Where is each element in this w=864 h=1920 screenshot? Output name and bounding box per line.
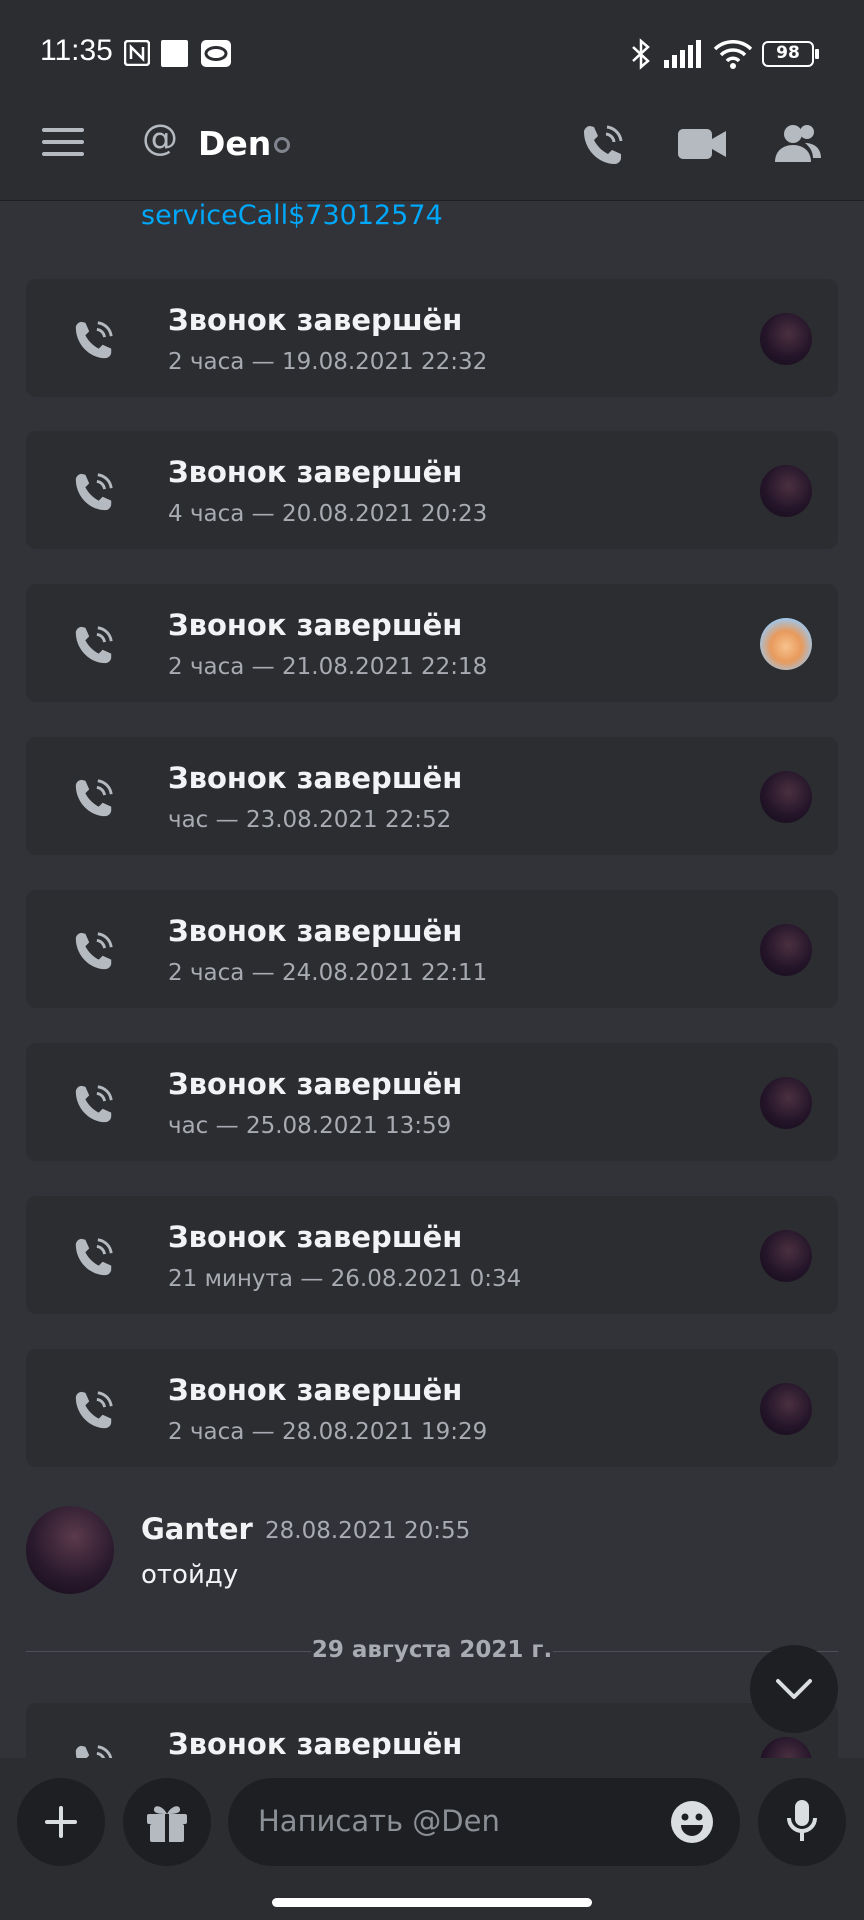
call-title: Звонок завершён: [168, 1067, 463, 1101]
call-card[interactable]: Звонок завершён 4 часа — 20.08.2021 20:2…: [26, 431, 838, 549]
notification-square-icon: [161, 40, 188, 71]
wifi-icon: [713, 38, 753, 74]
message-avatar[interactable]: [26, 1506, 114, 1594]
add-attachment-button[interactable]: [17, 1778, 105, 1866]
phone-icon: [72, 929, 116, 977]
scroll-to-bottom-button[interactable]: [750, 1645, 838, 1733]
call-subtitle: 2 часа — 21.08.2021 22:18: [168, 654, 488, 680]
status-time: 11:35: [40, 34, 113, 67]
call-title: Звонок завершён: [168, 1220, 463, 1254]
call-title: Звонок завершён: [168, 1373, 463, 1407]
call-subtitle: 2 часа — 24.08.2021 22:11: [168, 960, 488, 986]
microphone-icon: [786, 1798, 818, 1848]
call-subtitle: 2 часа — 19.08.2021 22:32: [168, 349, 488, 375]
avatar: [760, 618, 812, 670]
phone-icon: [72, 623, 116, 671]
message-author[interactable]: Ganter: [141, 1512, 253, 1546]
battery-level: 98: [776, 43, 800, 63]
call-title: Звонок завершён: [168, 455, 463, 489]
phone-icon: [72, 1082, 116, 1130]
call-card[interactable]: Звонок завершён 2 часа — 21.08.2021 22:1…: [26, 584, 838, 702]
avatar: [760, 1077, 812, 1129]
call-subtitle: 4 часа — 20.08.2021 20:23: [168, 501, 488, 527]
emoji-icon[interactable]: [670, 1800, 714, 1848]
call-subtitle: 2 часа — 28.08.2021 19:29: [168, 1419, 488, 1445]
call-card[interactable]: Звонок завершён 21 минута — 26.08.2021 0…: [26, 1196, 838, 1314]
call-card[interactable]: Звонок завершён час — 25.08.2021 13:59: [26, 1043, 838, 1161]
call-card[interactable]: Звонок завершён 2 часа — 19.08.2021 22:3…: [26, 279, 838, 397]
call-title: Звонок завершён: [168, 303, 463, 337]
battery-icon: 98: [762, 41, 820, 71]
service-call-link[interactable]: serviceCall$73012574: [141, 200, 443, 231]
voice-message-button[interactable]: [758, 1778, 846, 1866]
chevron-down-icon: [774, 1675, 814, 1707]
avatar: [760, 924, 812, 976]
call-subtitle: час — 23.08.2021 22:52: [168, 807, 452, 833]
avatar: [760, 313, 812, 365]
phone-icon: [72, 470, 116, 518]
call-card[interactable]: Звонок завершён 2 часа — 24.08.2021 22:1…: [26, 890, 838, 1008]
message-input-placeholder: Написать @Den: [258, 1804, 500, 1838]
phone-icon: [72, 776, 116, 824]
call-title: Звонок завершён: [168, 914, 463, 948]
call-card[interactable]: Звонок завершён час — 23.08.2021 22:52: [26, 737, 838, 855]
video-call-icon[interactable]: [678, 126, 726, 166]
phone-icon: [72, 1388, 116, 1436]
signal-icon: [664, 40, 704, 72]
date-divider-label: 29 августа 2021 г.: [311, 1637, 553, 1663]
at-icon: @: [142, 118, 178, 159]
call-card[interactable]: Звонок завершён 2 часа — 28.08.2021 19:2…: [26, 1349, 838, 1467]
avatar: [760, 771, 812, 823]
status-bar: 11:35 98: [0, 0, 864, 100]
phone-icon: [72, 318, 116, 366]
avatar: [760, 1383, 812, 1435]
gift-button[interactable]: [123, 1778, 211, 1866]
call-title: Звонок завершён: [168, 1727, 463, 1761]
avatar: [760, 1230, 812, 1282]
nfc-icon: [123, 39, 151, 70]
members-icon[interactable]: [775, 122, 821, 168]
message-composer: Написать @Den: [0, 1758, 864, 1920]
app-notification-icon: [201, 40, 231, 71]
plus-icon: [43, 1804, 79, 1844]
call-subtitle: час — 25.08.2021 13:59: [168, 1113, 452, 1139]
voice-call-icon[interactable]: [580, 122, 626, 172]
channel-header: @ Den: [0, 100, 864, 201]
bluetooth-icon: [630, 38, 652, 74]
message-input[interactable]: Написать @Den: [228, 1778, 740, 1866]
phone-icon: [72, 1235, 116, 1283]
menu-icon[interactable]: [42, 126, 84, 162]
call-subtitle: 21 минута — 26.08.2021 0:34: [168, 1266, 522, 1292]
call-title: Звонок завершён: [168, 608, 463, 642]
call-title: Звонок завершён: [168, 761, 463, 795]
status-indicator: [274, 137, 290, 153]
message-text: отойду: [141, 1560, 239, 1590]
message-timestamp: 28.08.2021 20:55: [265, 1518, 471, 1544]
home-indicator[interactable]: [272, 1898, 592, 1907]
channel-title[interactable]: Den: [198, 124, 271, 163]
avatar: [760, 465, 812, 517]
gift-icon: [145, 1800, 189, 1848]
